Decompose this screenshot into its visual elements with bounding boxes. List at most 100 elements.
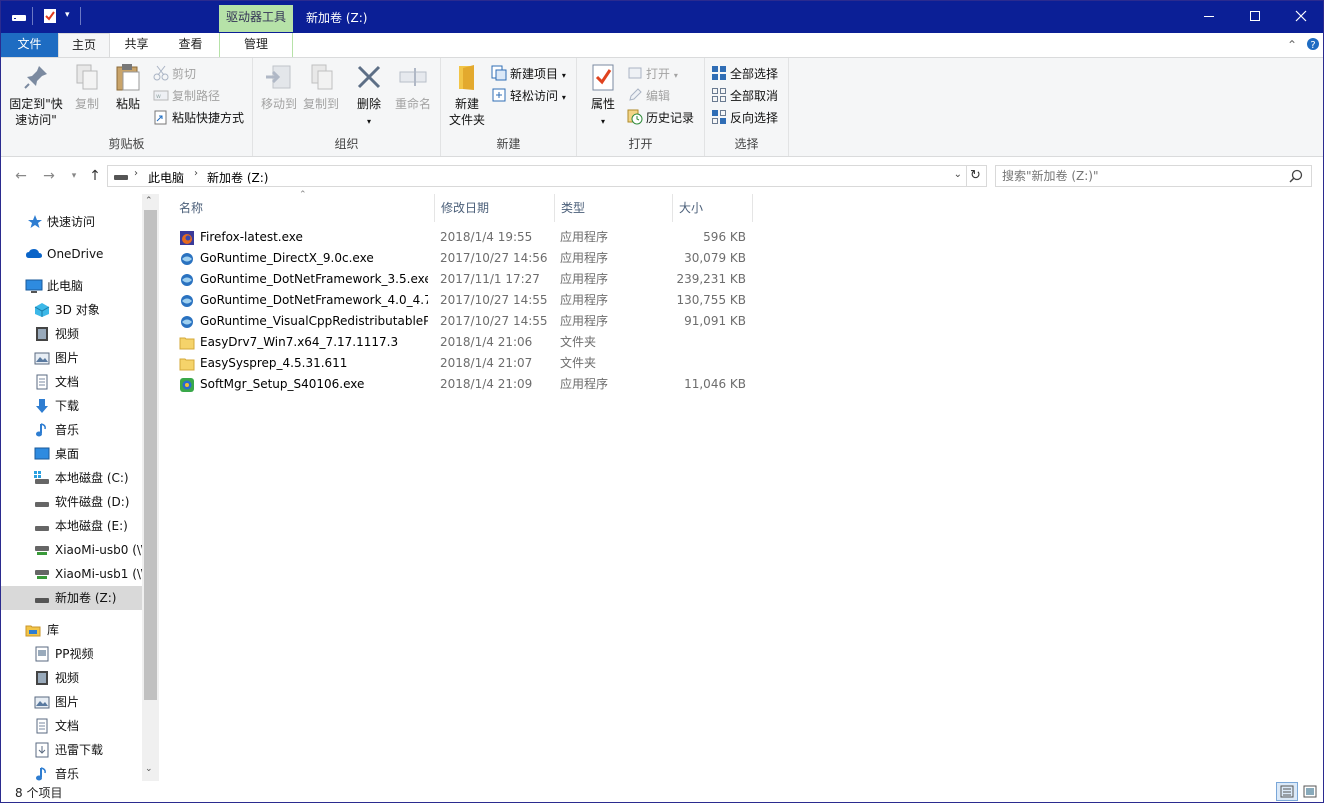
move-to-button[interactable]: 移动到 xyxy=(259,62,299,112)
address-bar[interactable]: › 此电脑 › 新加卷 (Z:) ⌄ xyxy=(107,165,967,187)
open-group-label: 打开 xyxy=(628,137,653,151)
pictures-icon xyxy=(34,694,50,710)
drive-icon xyxy=(11,11,27,27)
back-arrow-icon[interactable]: ← xyxy=(12,167,30,185)
column-header-date[interactable]: 修改日期 xyxy=(435,194,555,222)
nav-lib-videos[interactable]: 视频 xyxy=(1,666,142,690)
select-none-button[interactable]: 全部取消 xyxy=(711,86,778,106)
breadcrumb-chevron-icon[interactable]: › xyxy=(194,168,198,179)
tab-share[interactable]: 共享 xyxy=(110,33,163,57)
nav-lib-pictures[interactable]: 图片 xyxy=(1,690,142,714)
nav-this-pc[interactable]: 此电脑 xyxy=(1,274,142,298)
forward-arrow-icon[interactable]: → xyxy=(40,167,58,185)
column-header-type[interactable]: 类型 xyxy=(555,194,673,222)
search-input[interactable] xyxy=(1002,168,1282,184)
select-none-icon xyxy=(711,87,727,103)
history-button[interactable]: 历史记录 xyxy=(627,108,694,128)
minimize-button[interactable] xyxy=(1186,1,1232,32)
nav-lib-music[interactable]: 音乐 xyxy=(1,762,142,781)
column-header-size[interactable]: 大小 xyxy=(673,194,753,222)
edit-button[interactable]: 编辑 xyxy=(627,86,670,106)
maximize-button[interactable] xyxy=(1232,1,1278,32)
customize-quick-access-icon[interactable]: ▾ xyxy=(65,10,70,26)
nav-local-disk-e[interactable]: 本地磁盘 (E:) xyxy=(1,514,142,538)
file-list: ⌃ 名称 修改日期 类型 大小 Firefox-latest.exe 2018/… xyxy=(161,190,1323,781)
properties-dropdown-icon[interactable]: ▾ xyxy=(601,117,605,126)
drive-icon xyxy=(34,494,50,510)
copy-button[interactable]: 复制 xyxy=(69,62,105,112)
large-icons-view-button[interactable] xyxy=(1299,782,1321,801)
copy-path-icon: w xyxy=(153,87,169,103)
scroll-up-icon[interactable]: ⌃ xyxy=(145,196,153,206)
ribbon: 固定到"快 速访问" 复制 粘贴 剪切 w 复制路径 粘贴快捷方式 剪贴板 移动… xyxy=(1,57,1323,157)
new-item-icon xyxy=(491,65,507,81)
up-arrow-icon[interactable]: ↑ xyxy=(86,167,104,185)
copy-path-button[interactable]: w 复制路径 xyxy=(153,86,220,106)
delete-dropdown-icon[interactable]: ▾ xyxy=(367,117,371,126)
close-button[interactable] xyxy=(1278,1,1323,32)
music-note-icon xyxy=(34,766,50,781)
select-all-button[interactable]: 全部选择 xyxy=(711,64,778,84)
nav-local-disk-c[interactable]: 本地磁盘 (C:) xyxy=(1,466,142,490)
delete-button[interactable]: 删除 ▾ xyxy=(349,62,389,130)
new-item-button[interactable]: 新建项目 ▾ xyxy=(491,64,566,84)
paste-shortcut-button[interactable]: 粘贴快捷方式 xyxy=(153,108,244,128)
video-icon xyxy=(34,326,50,342)
easy-access-button[interactable]: 轻松访问 ▾ xyxy=(491,86,566,106)
details-view-button[interactable] xyxy=(1276,782,1298,801)
nav-pane-scrollbar[interactable]: ⌃ ⌄ xyxy=(142,194,159,781)
invert-selection-button[interactable]: 反向选择 xyxy=(711,108,778,128)
scroll-down-icon[interactable]: ⌄ xyxy=(145,764,153,774)
paste-button[interactable]: 粘贴 xyxy=(109,62,147,112)
nav-quick-access[interactable]: 快速访问 xyxy=(1,210,142,234)
nav-new-volume-z[interactable]: 新加卷 (Z:) xyxy=(1,586,142,610)
nav-libraries[interactable]: 库 xyxy=(1,618,142,642)
new-folder-button[interactable]: 新建 文件夹 xyxy=(447,62,487,128)
pictures-icon xyxy=(34,350,50,366)
breadcrumb-chevron-icon[interactable]: › xyxy=(134,168,138,179)
refresh-icon[interactable]: ↻ xyxy=(965,165,987,187)
properties-button[interactable]: 属性 ▾ xyxy=(583,62,623,130)
nav-lib-documents[interactable]: 文档 xyxy=(1,714,142,738)
search-box[interactable] xyxy=(995,165,1312,187)
open-button[interactable]: 打开 ▾ xyxy=(627,64,678,84)
pin-to-quick-access-button[interactable]: 固定到"快 速访问" xyxy=(7,62,65,128)
tab-manage[interactable]: 管理 xyxy=(219,33,293,57)
rename-button[interactable]: 重命名 xyxy=(391,62,435,112)
goruntime-icon xyxy=(179,272,195,288)
search-icon[interactable] xyxy=(1289,169,1303,186)
tab-home[interactable]: 主页 xyxy=(58,33,110,57)
goruntime-icon xyxy=(179,293,195,309)
recent-locations-chevron-icon[interactable]: ▾ xyxy=(65,167,83,185)
nav-lib-xunlei-downloads[interactable]: 迅雷下载 xyxy=(1,738,142,762)
nav-videos[interactable]: 视频 xyxy=(1,322,142,346)
tab-file[interactable]: 文件 xyxy=(1,33,58,57)
computer-icon xyxy=(25,278,43,294)
nav-pictures[interactable]: 图片 xyxy=(1,346,142,370)
column-header-name[interactable]: 名称 xyxy=(173,194,435,222)
nav-lib-pp-video[interactable]: PP视频 xyxy=(1,642,142,666)
nav-onedrive[interactable]: OneDrive xyxy=(1,242,142,266)
properties-quick-icon[interactable] xyxy=(43,8,57,24)
pp-video-icon xyxy=(34,646,50,662)
network-drive-icon xyxy=(34,566,50,582)
nav-software-disk-d[interactable]: 软件磁盘 (D:) xyxy=(1,490,142,514)
paste-icon xyxy=(113,62,143,92)
nav-music[interactable]: 音乐 xyxy=(1,418,142,442)
breadcrumb-this-pc[interactable]: 此电脑 xyxy=(148,169,184,186)
address-history-chevron-icon[interactable]: ⌄ xyxy=(954,169,962,180)
nav-3d-objects[interactable]: 3D 对象 xyxy=(1,298,142,322)
collapse-ribbon-icon[interactable]: ⌃ xyxy=(1284,37,1300,53)
nav-documents[interactable]: 文档 xyxy=(1,370,142,394)
cut-button[interactable]: 剪切 xyxy=(153,64,196,84)
scrollbar-thumb[interactable] xyxy=(144,210,157,700)
tab-view[interactable]: 查看 xyxy=(163,33,218,57)
nav-xiaomi-usb0[interactable]: XiaoMi-usb0 (\\ xyxy=(1,538,142,562)
help-icon[interactable]: ? xyxy=(1305,37,1321,53)
nav-downloads[interactable]: 下载 xyxy=(1,394,142,418)
copy-to-button[interactable]: 复制到 xyxy=(301,62,341,112)
downloads-library-icon xyxy=(34,742,50,758)
breadcrumb-current-drive[interactable]: 新加卷 (Z:) xyxy=(207,169,268,186)
nav-desktop[interactable]: 桌面 xyxy=(1,442,142,466)
nav-xiaomi-usb1[interactable]: XiaoMi-usb1 (\\ xyxy=(1,562,142,586)
